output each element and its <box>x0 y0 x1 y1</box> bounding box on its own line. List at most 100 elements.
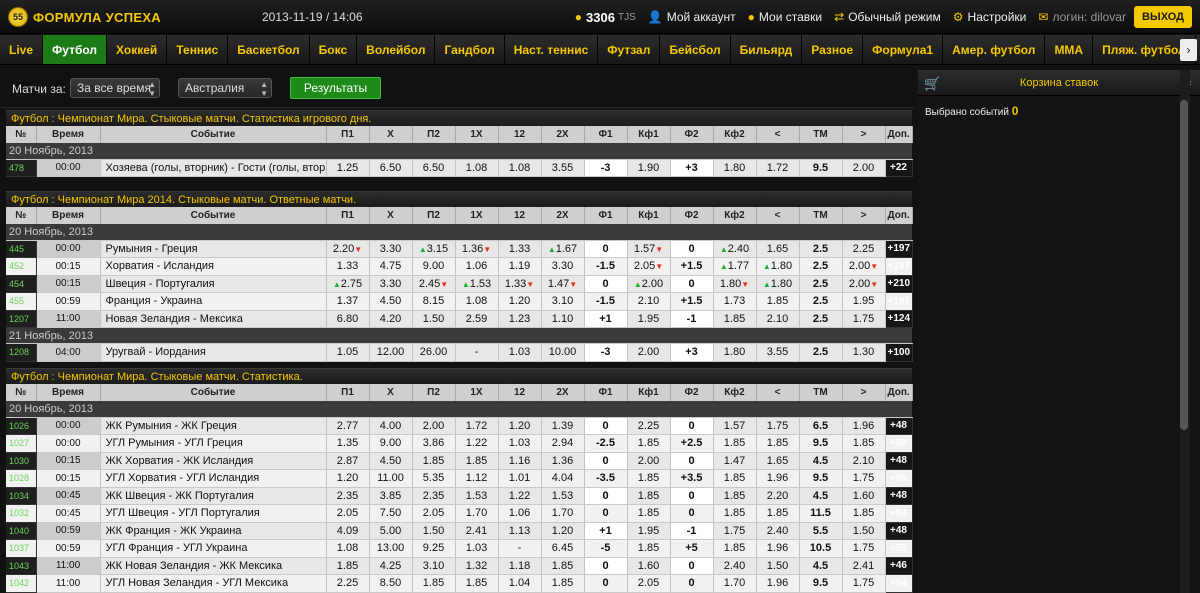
odds-cell[interactable]: 1.22 <box>455 434 499 453</box>
my-bets-link[interactable]: ● Мои ставки <box>748 10 822 24</box>
mail-icon[interactable]: ✉ <box>1038 10 1048 24</box>
odds-cell[interactable]: 1.85 <box>713 310 757 328</box>
tab-sport[interactable]: Баскетбол <box>228 35 310 64</box>
odds-cell[interactable]: 2.05 <box>326 504 370 523</box>
odds-cell[interactable]: 1.75 <box>842 539 886 558</box>
more-bets-link[interactable]: +197 <box>885 257 913 276</box>
odds-cell[interactable]: 1.39 <box>541 417 585 435</box>
odds-cell[interactable]: 1.47 <box>713 452 757 470</box>
tab-sport[interactable]: Формула1 <box>863 35 944 64</box>
odds-cell[interactable]: 4.00 <box>369 417 413 435</box>
odds-cell[interactable]: 2.20▼ <box>326 240 370 258</box>
odds-cell[interactable]: 1.85 <box>627 539 671 558</box>
odds-cell[interactable]: 1.08 <box>455 159 499 177</box>
odds-cell[interactable]: 3.86 <box>412 434 456 453</box>
odds-cell[interactable]: 26.00 <box>412 343 456 362</box>
more-bets-link[interactable]: +46 <box>885 557 913 575</box>
more-bets-link[interactable]: +54 <box>885 504 913 523</box>
odds-cell[interactable]: 1.50 <box>412 310 456 328</box>
tab-sport[interactable]: ММА <box>1045 35 1094 64</box>
mode-toggle[interactable]: ⇄ Обычный режим <box>834 10 941 24</box>
odds-cell[interactable]: 1.50 <box>756 557 800 575</box>
odds-cell[interactable]: 5.00 <box>369 522 413 540</box>
odds-cell[interactable]: 3.30 <box>369 275 413 293</box>
more-bets-link[interactable]: +100 <box>885 343 913 362</box>
odds-cell[interactable]: 1.05 <box>326 343 370 362</box>
odds-cell[interactable]: 1.73 <box>713 292 757 311</box>
odds-cell[interactable]: 2.35 <box>326 487 370 505</box>
odds-cell[interactable]: ▲1.67 <box>541 240 585 258</box>
odds-cell[interactable]: 1.53 <box>455 487 499 505</box>
odds-cell[interactable]: 1.85 <box>713 469 757 488</box>
odds-cell[interactable]: 10.00 <box>541 343 585 362</box>
odds-cell[interactable]: 1.96 <box>756 574 800 593</box>
odds-cell[interactable]: 1.08 <box>498 159 542 177</box>
odds-cell[interactable]: ▲2.40 <box>713 240 757 258</box>
odds-cell[interactable]: ▲3.15 <box>412 240 456 258</box>
more-bets-link[interactable]: +48 <box>885 522 913 540</box>
odds-cell[interactable]: 1.85 <box>412 452 456 470</box>
odds-cell[interactable]: 3.55 <box>541 159 585 177</box>
odds-cell[interactable]: 1.06 <box>455 257 499 276</box>
odds-cell[interactable]: ▲1.53 <box>455 275 499 293</box>
odds-cell[interactable]: 1.85 <box>541 574 585 593</box>
odds-cell[interactable]: 1.70 <box>455 504 499 523</box>
odds-cell[interactable]: 6.50 <box>369 159 413 177</box>
odds-cell[interactable]: 1.50 <box>412 522 456 540</box>
odds-cell[interactable]: 2.20 <box>756 487 800 505</box>
odds-cell[interactable]: 2.59 <box>455 310 499 328</box>
odds-cell[interactable]: 1.57▼ <box>627 240 671 258</box>
odds-cell[interactable]: 1.85 <box>455 574 499 593</box>
scrollbar[interactable] <box>1180 70 1190 593</box>
odds-cell[interactable]: 2.25 <box>326 574 370 593</box>
more-bets-link[interactable]: +197 <box>885 292 913 311</box>
more-bets-link[interactable]: +50 <box>885 539 913 558</box>
odds-cell[interactable]: 4.50 <box>369 292 413 311</box>
odds-cell[interactable]: 1.33 <box>498 240 542 258</box>
odds-cell[interactable]: 1.12 <box>455 469 499 488</box>
odds-cell[interactable]: 1.37 <box>326 292 370 311</box>
odds-cell[interactable]: 1.85 <box>842 504 886 523</box>
odds-cell[interactable]: 1.90 <box>627 159 671 177</box>
odds-cell[interactable]: ▲1.80 <box>756 257 800 276</box>
odds-cell[interactable]: 2.00▼ <box>842 275 886 293</box>
odds-cell[interactable]: 1.32 <box>455 557 499 575</box>
odds-cell[interactable]: 1.72 <box>756 159 800 177</box>
odds-cell[interactable]: 1.53 <box>541 487 585 505</box>
odds-cell[interactable]: 2.45▼ <box>412 275 456 293</box>
odds-cell[interactable]: 1.75 <box>713 522 757 540</box>
settings-link[interactable]: ⚙ Настройки <box>953 10 1027 24</box>
odds-cell[interactable]: 1.33 <box>326 257 370 276</box>
odds-cell[interactable]: 1.65 <box>756 452 800 470</box>
odds-cell[interactable]: 11.00 <box>369 469 413 488</box>
odds-cell[interactable]: 1.16 <box>498 452 542 470</box>
odds-cell[interactable]: 1.35 <box>326 434 370 453</box>
more-bets-link[interactable]: +48 <box>885 452 913 470</box>
tab-sport[interactable]: Бокс <box>310 35 358 64</box>
odds-cell[interactable]: 1.95 <box>627 522 671 540</box>
region-select[interactable]: Австралия ▲ ▼ <box>178 78 272 98</box>
odds-cell[interactable]: 6.50 <box>412 159 456 177</box>
odds-cell[interactable]: 4.25 <box>369 557 413 575</box>
odds-cell[interactable]: 1.03 <box>455 539 499 558</box>
odds-cell[interactable]: 1.85 <box>455 452 499 470</box>
odds-cell[interactable]: 1.19 <box>498 257 542 276</box>
odds-cell[interactable]: 2.00▼ <box>842 257 886 276</box>
odds-cell[interactable]: 9.00 <box>412 257 456 276</box>
odds-cell[interactable]: 1.85 <box>756 292 800 311</box>
odds-cell[interactable]: 2.05▼ <box>627 257 671 276</box>
odds-cell[interactable]: 4.04 <box>541 469 585 488</box>
odds-cell[interactable]: 1.23 <box>498 310 542 328</box>
odds-cell[interactable]: 1.95 <box>627 310 671 328</box>
odds-cell[interactable]: 2.77 <box>326 417 370 435</box>
odds-cell[interactable]: 2.25 <box>627 417 671 435</box>
tab-sport[interactable]: Бильярд <box>731 35 803 64</box>
odds-cell[interactable]: 1.75 <box>842 310 886 328</box>
more-bets-link[interactable]: +50 <box>885 434 913 453</box>
odds-cell[interactable]: 1.85 <box>756 504 800 523</box>
tab-sport[interactable]: Теннис <box>167 35 229 64</box>
odds-cell[interactable]: 1.95 <box>842 292 886 311</box>
odds-cell[interactable]: 1.80 <box>713 343 757 362</box>
odds-cell[interactable]: 3.30 <box>541 257 585 276</box>
odds-cell[interactable]: 1.33▼ <box>498 275 542 293</box>
